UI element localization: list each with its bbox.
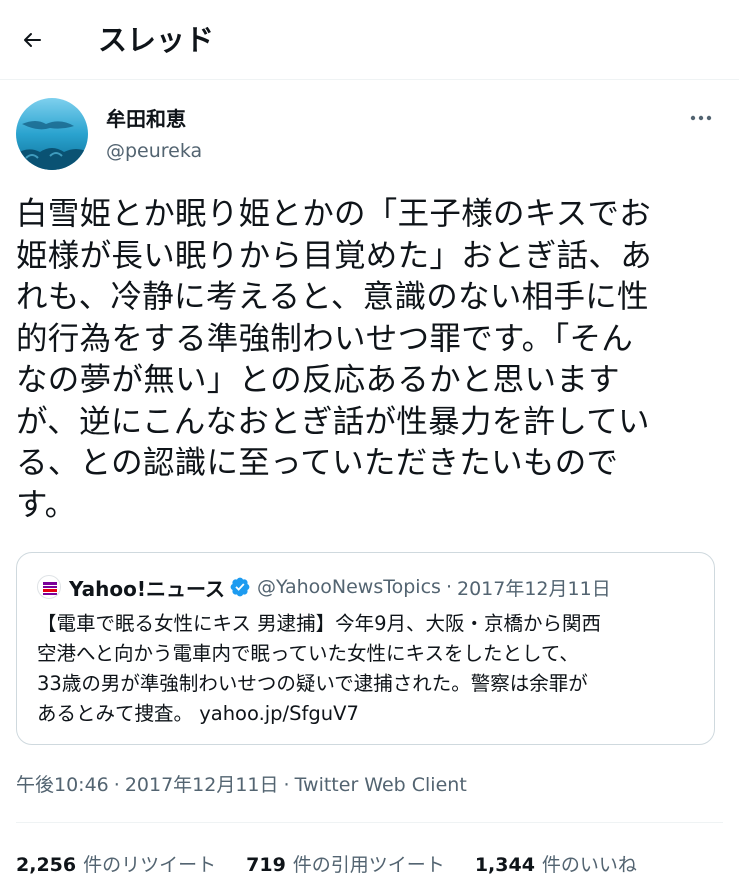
tweet-text-line: 白雪姫とか眠り姫とかの「王子様のキスでお [16, 196, 652, 232]
like-count: 1,344 [474, 853, 535, 876]
arrow-left-icon [24, 33, 41, 47]
tweet-date[interactable]: 2017年12月11日 [125, 774, 279, 796]
separator-dot: · [283, 774, 290, 796]
verified-badge [229, 576, 251, 598]
tweet-text-line: 姫様が長い眠りから目覚めた」おとぎ話、あ [16, 237, 653, 274]
quoted-text-line: 空港へと向かう電車内で眠っていた女性にキスをしたとして、 [37, 642, 579, 665]
quoted-text-line: あるとみて捜査。 yahoo.jp/SfguV7 [37, 702, 359, 725]
quoted-text-line: 【電車で眠る女性にキス 男逮捕】今年9月、大阪・京橋から関西 [37, 612, 602, 635]
retweet-count: 2,256 [16, 853, 77, 876]
retweet-label: 件のリツイート [83, 853, 217, 876]
tweet-text-line: す。 [16, 486, 77, 523]
quoted-display-name: Yahoo!ニュース [69, 576, 225, 601]
page-title: スレッド [98, 23, 215, 57]
quoted-tweet[interactable]: Yahoo!ニュース @YahooNewsTopics · 2017年12月11… [16, 552, 715, 745]
tweet-time[interactable]: 午後10:46 [16, 774, 109, 796]
verified-badge-icon [230, 577, 250, 597]
back-button[interactable] [14, 22, 50, 58]
quoted-avatar [37, 575, 61, 599]
author-handle[interactable]: @peureka [106, 138, 202, 164]
top-bar: スレッド [0, 0, 739, 80]
engagement-stats: 2,256 件のリツイート 719 件の引用ツイート 1,344 件のいいね [16, 846, 667, 880]
like-label: 件のいいね [541, 853, 637, 876]
tweet-text: 白雪姫とか眠り姫とかの「王子様のキスでお 姫様が長い眠りから目覚めた」おとぎ話、… [16, 194, 728, 526]
quoted-handle: @YahooNewsTopics [256, 576, 441, 598]
tweet-text-line: る、との認識に至っていただきたいもので [16, 445, 619, 481]
quoted-date: 2017年12月11日 [456, 577, 611, 600]
more-horizontal-icon [690, 115, 712, 121]
quoted-tweet-text: 【電車で眠る女性にキス 男逮捕】今年9月、大阪・京橋から関西 空港へと向かう電車… [37, 609, 703, 729]
divider [16, 822, 723, 823]
quote-tweets-link[interactable]: 719 件の引用ツイート [246, 850, 445, 877]
author-display-name[interactable]: 牟田和恵 [106, 106, 186, 132]
more-options-button[interactable] [684, 104, 718, 132]
yahoo-news-logo-icon [43, 582, 57, 595]
separator-dot: · [445, 576, 452, 598]
retweets-link[interactable]: 2,256 件のリツイート [16, 850, 216, 877]
tweet-text-line: なの夢が無い」との反応あるかと思います [16, 362, 620, 398]
tweet-text-line: れも、冷静に考えると、意識のない相手に性 [16, 279, 649, 315]
tweet-text-line: が、逆にこんなおとぎ話が性暴力を許してい [16, 403, 650, 440]
quoted-text-line: 33歳の男が準強制わいせつの疑いで逮捕された。警察は余罪が [37, 672, 588, 695]
quote-label: 件の引用ツイート [292, 853, 445, 876]
tweet-metadata: 午後10:46 · 2017年12月11日 · Twitter Web Client [16, 770, 467, 800]
tweet-client[interactable]: Twitter Web Client [295, 774, 467, 796]
avatar-image [16, 98, 88, 170]
separator-dot: · [113, 774, 120, 796]
quote-count: 719 [246, 853, 286, 876]
likes-link[interactable]: 1,344 件のいいね [475, 850, 637, 877]
tweet-text-line: 的行為をする準強制わいせつ罪です。「そん [16, 320, 634, 357]
avatar[interactable] [16, 98, 88, 170]
quoted-tweet-header: Yahoo!ニュース @YahooNewsTopics · 2017年12月11… [37, 573, 611, 601]
